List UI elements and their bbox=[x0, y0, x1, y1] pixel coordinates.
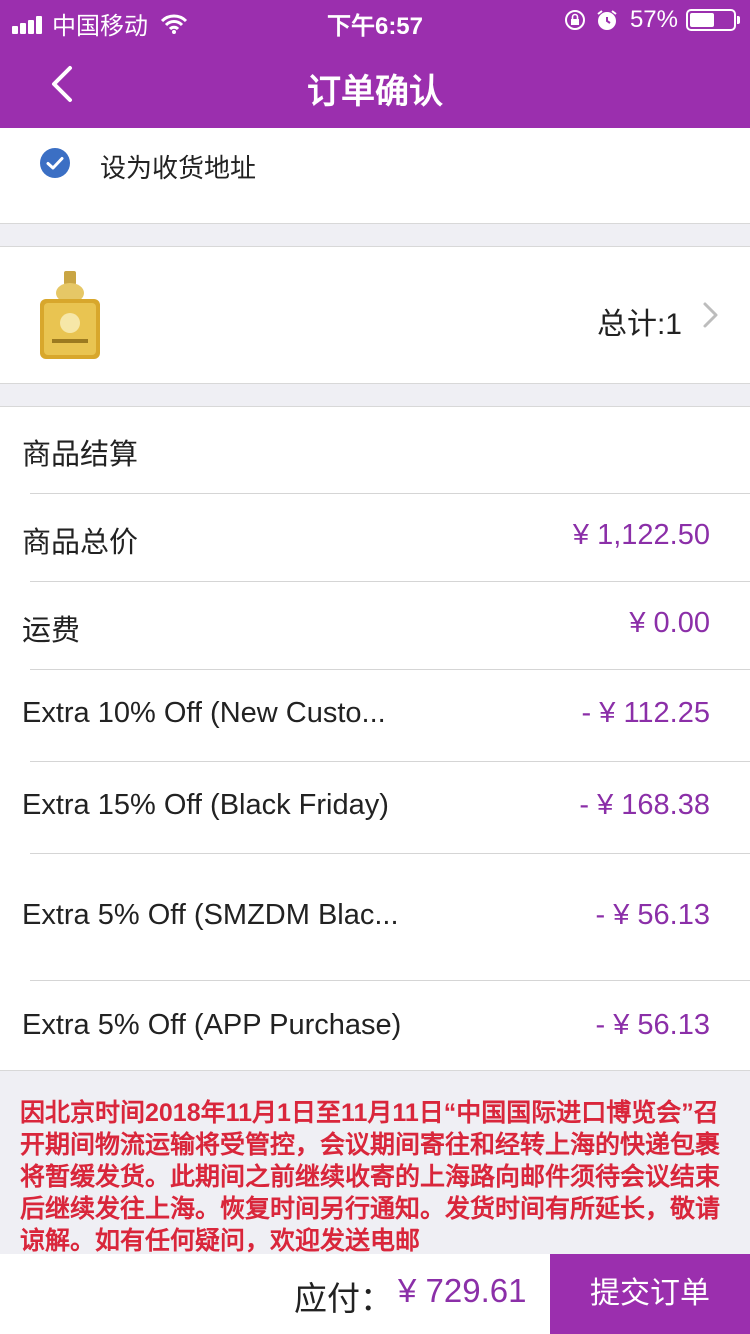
divider bbox=[30, 853, 750, 854]
status-right: 57% bbox=[564, 6, 740, 34]
settlement-header: 商品结算 bbox=[22, 439, 139, 471]
set-as-shipping-address-label: 设为收货地址 bbox=[100, 153, 257, 183]
row-name: 运费 bbox=[22, 615, 81, 647]
row-name: 商品总价 bbox=[22, 527, 139, 559]
settlement-section: 商品结算 商品总价 ¥ 1,122.50 运费 ¥ 0.00 Extra 10%… bbox=[0, 406, 750, 1070]
status-bar: 中国移动 下午6:57 57% bbox=[0, 0, 750, 40]
row-name: Extra 5% Off (APP Purchase) bbox=[22, 1009, 402, 1041]
divider bbox=[30, 493, 750, 494]
row-value: ¥ 0.00 bbox=[629, 607, 710, 639]
row-value: - ¥ 56.13 bbox=[595, 899, 710, 931]
product-thumbnail bbox=[40, 271, 100, 359]
alarm-icon bbox=[597, 10, 617, 30]
shipping-notice: 因北京时间2018年11月1日至11月11日“中国国际进口博览会”召开期间物流运… bbox=[0, 1070, 750, 1254]
battery-percent: 57% bbox=[629, 6, 678, 33]
product-summary-row[interactable]: 总计:1 bbox=[0, 246, 750, 384]
row-value: - ¥ 112.25 bbox=[581, 697, 710, 729]
battery-fill bbox=[690, 13, 714, 27]
submit-order-button[interactable]: 提交订单 bbox=[550, 1254, 750, 1334]
page-title: 订单确认 bbox=[307, 73, 443, 111]
divider bbox=[30, 669, 750, 670]
amount-due-value: ¥ 729.61 bbox=[398, 1272, 527, 1309]
item-count-total: 总计:1 bbox=[596, 308, 682, 341]
amount-due-label: 应付： bbox=[294, 1280, 393, 1317]
nav-bar: 订单确认 bbox=[0, 40, 750, 128]
row-name: Extra 10% Off (New Custo... bbox=[22, 697, 386, 729]
check-circle-icon[interactable] bbox=[40, 148, 70, 178]
row-name: Extra 15% Off (Black Friday) bbox=[22, 789, 389, 821]
chevron-right-icon bbox=[703, 302, 718, 328]
address-option-row: 设为收货地址 bbox=[0, 128, 750, 224]
bottom-bar: 应付： ¥ 729.61 提交订单 bbox=[0, 1254, 750, 1334]
row-value: - ¥ 56.13 bbox=[595, 1009, 710, 1041]
battery-icon bbox=[686, 9, 740, 31]
notice-text: 因北京时间2018年11月1日至11月11日“中国国际进口博览会”召开期间物流运… bbox=[20, 1099, 721, 1254]
divider bbox=[30, 761, 750, 762]
row-value: ¥ 1,122.50 bbox=[572, 519, 710, 551]
row-name: Extra 5% Off (SMZDM Blac... bbox=[22, 899, 399, 931]
divider bbox=[30, 980, 750, 981]
divider bbox=[30, 581, 750, 582]
row-value: - ¥ 168.38 bbox=[579, 789, 710, 821]
rotation-lock-icon bbox=[564, 10, 585, 30]
